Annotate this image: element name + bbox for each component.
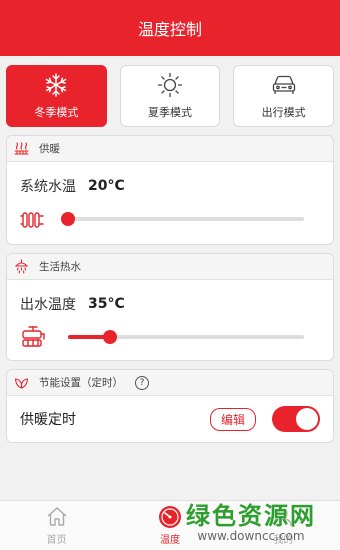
heating-temp-value: 20°C — [88, 178, 125, 194]
leaf-icon — [14, 378, 29, 389]
page-title: 温度控制 — [137, 20, 202, 39]
heating-slider-thumb[interactable] — [61, 212, 75, 226]
hot-water-temp-label: 出水温度 — [20, 297, 76, 313]
mode-travel-label: 出行模式 — [261, 106, 306, 119]
heating-section-title: 供暖 — [39, 143, 60, 155]
user-icon — [274, 508, 293, 527]
heating-section-header: 供暖 — [7, 136, 333, 162]
mode-winter-label: 冬季模式 — [34, 106, 79, 119]
radiator-icon — [20, 212, 44, 228]
app-header: 温度控制 — [0, 0, 340, 56]
tab-temperature-label: 温度 — [159, 535, 180, 546]
heating-timer-toggle[interactable] — [272, 406, 320, 432]
tab-mine-label: 我的 — [273, 535, 294, 546]
help-icon[interactable]: ? — [135, 375, 149, 390]
mode-summer-button[interactable]: 夏季模式 — [119, 65, 221, 127]
mode-winter-button[interactable]: 冬季模式 — [6, 65, 107, 127]
hot-water-section-header: 生活热水 — [7, 254, 333, 280]
heating-temp-label: 系统水温 — [20, 179, 76, 195]
tab-temperature[interactable]: 温度 — [113, 501, 226, 550]
sun-icon — [157, 72, 183, 98]
tab-mine[interactable]: 我的 — [227, 501, 340, 550]
hot-water-temp-value: 35°C — [88, 296, 125, 312]
tab-home[interactable]: 首页 — [0, 501, 113, 550]
toggle-knob — [296, 408, 318, 430]
edit-timer-button[interactable]: 编辑 — [209, 407, 256, 431]
hot-water-temp-slider[interactable] — [68, 330, 304, 344]
mode-selector: 冬季模式 夏季模式 出行模式 — [0, 56, 340, 127]
shower-icon — [14, 259, 29, 274]
heating-card: 供暖 系统水温 20°C — [6, 135, 334, 245]
heating-timer-label: 供暖定时 — [20, 412, 76, 428]
faucet-icon — [22, 326, 45, 347]
heating-icon — [14, 142, 29, 155]
hot-water-card: 生活热水 出水温度 35°C — [6, 253, 334, 361]
car-icon — [272, 75, 295, 94]
hot-water-section-title: 生活热水 — [39, 261, 81, 273]
mode-travel-button[interactable]: 出行模式 — [233, 65, 335, 127]
tab-home-label: 首页 — [46, 535, 67, 546]
gauge-icon — [158, 506, 181, 528]
heating-temp-slider[interactable] — [61, 212, 304, 226]
energy-saving-card: 节能设置（定时） ? 供暖定时 编辑 — [6, 369, 334, 443]
hot-water-slider-thumb[interactable] — [103, 330, 118, 344]
snowflake-icon — [46, 73, 67, 97]
bottom-tab-bar: 首页 温度 我的 — [0, 500, 340, 550]
energy-section-header: 节能设置（定时） ? — [7, 370, 333, 396]
energy-section-title: 节能设置（定时） — [39, 377, 123, 389]
mode-summer-label: 夏季模式 — [148, 106, 192, 119]
home-icon — [47, 507, 67, 526]
